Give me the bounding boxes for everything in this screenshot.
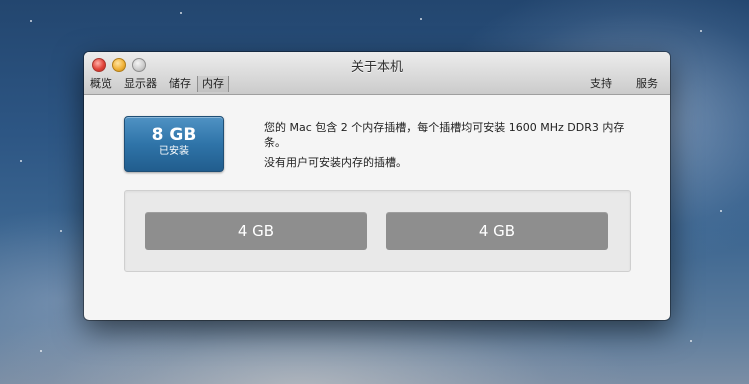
about-this-mac-window: 关于本机 概览 显示器 储存 内存 支持 服务 8 GB 已安装 您的 Mac … — [84, 52, 670, 320]
tab-bar: 概览 显示器 储存 内存 — [84, 76, 229, 92]
window-titlebar[interactable]: 关于本机 概览 显示器 储存 内存 支持 服务 — [84, 52, 670, 95]
memory-slot-1: 4 GB — [145, 212, 367, 250]
tab-bar-right: 支持 服务 — [584, 76, 664, 92]
tab-overview[interactable]: 概览 — [84, 76, 118, 92]
tab-service[interactable]: 服务 — [630, 76, 664, 92]
tab-memory[interactable]: 内存 — [197, 76, 229, 92]
memory-slot-2: 4 GB — [386, 212, 608, 250]
memory-total-size: 8 GB — [151, 125, 197, 145]
tab-storage[interactable]: 储存 — [163, 76, 197, 92]
memory-slots-panel: 4 GB 4 GB — [124, 190, 631, 272]
memory-installed-label: 已安装 — [159, 146, 189, 157]
tab-support[interactable]: 支持 — [584, 76, 618, 92]
memory-total-badge: 8 GB 已安装 — [124, 116, 224, 172]
memory-description: 您的 Mac 包含 2 个内存插槽，每个插槽均可安装 1600 MHz DDR3… — [264, 121, 625, 149]
window-title: 关于本机 — [350, 60, 403, 75]
tab-displays[interactable]: 显示器 — [118, 76, 163, 92]
memory-note: 没有用户可安装内存的插槽。 — [264, 156, 407, 169]
